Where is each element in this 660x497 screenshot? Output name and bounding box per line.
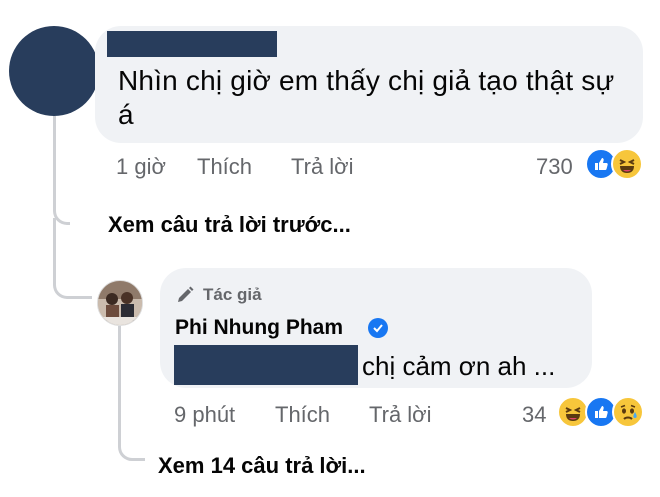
view-previous-replies-link[interactable]: Xem câu trả lời trước... [108, 212, 351, 238]
verified-badge-icon [368, 318, 388, 338]
reply-like-button[interactable]: Thích [275, 402, 330, 428]
author-badge: Tác giả [203, 285, 262, 304]
reply-text: chị cảm ơn ah ... [362, 351, 556, 381]
reply-reply-button[interactable]: Trả lời [369, 402, 432, 428]
thread-line-main-continue [53, 218, 92, 299]
thread-line-reply [118, 326, 145, 461]
reply-button[interactable]: Trả lời [291, 154, 354, 180]
author-name[interactable]: Phi Nhung Pham [175, 316, 343, 340]
pencil-icon [175, 285, 195, 305]
author-avatar[interactable] [97, 280, 143, 326]
haha-icon [611, 148, 643, 180]
commenter-avatar-redacted[interactable] [9, 26, 99, 116]
view-replies-link[interactable]: Xem 14 câu trả lời... [158, 453, 366, 479]
commenter-name-redacted[interactable] [107, 31, 277, 57]
mentioned-name-redacted[interactable] [174, 345, 358, 385]
thread-line-main [53, 116, 70, 225]
reply-time[interactable]: 9 phút [174, 402, 235, 428]
reply-reaction-count[interactable]: 34 [522, 402, 546, 428]
reaction-count[interactable]: 730 [536, 154, 573, 180]
comment-time[interactable]: 1 giờ [116, 154, 166, 180]
comment-text: Nhìn chị giờ em thấy chị giả tạo thật sự… [118, 65, 615, 130]
like-button[interactable]: Thích [197, 154, 252, 180]
sad-icon [612, 396, 644, 428]
